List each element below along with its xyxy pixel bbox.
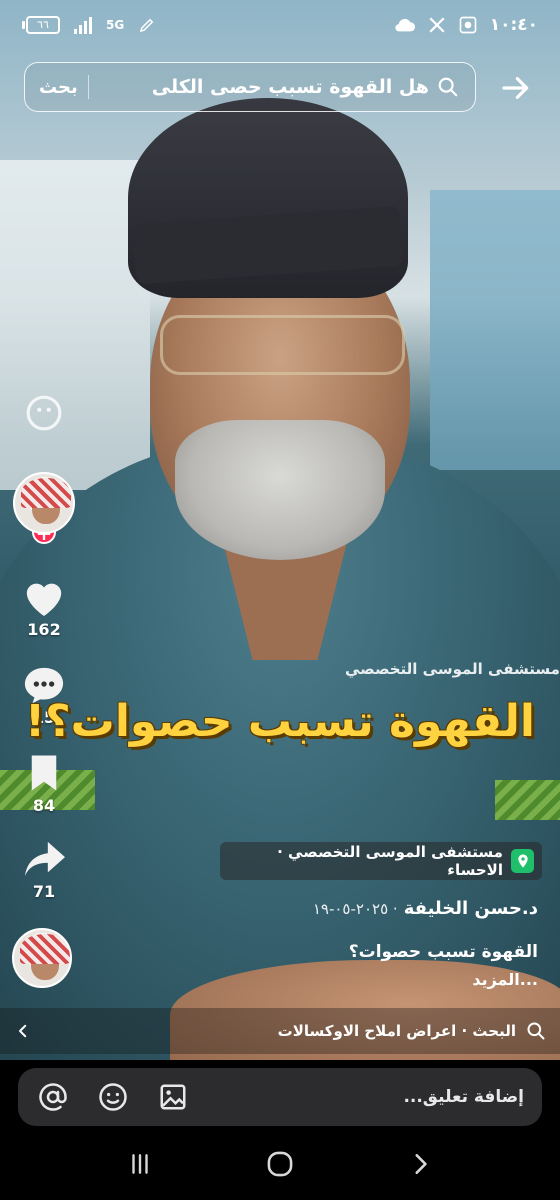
comment-bar: إضافة تعليق... bbox=[0, 1060, 560, 1132]
hospital-logo-text: مستشفى الموسى التخصصي bbox=[345, 660, 560, 678]
share-button[interactable]: 71 bbox=[0, 838, 88, 901]
search-icon bbox=[435, 74, 461, 100]
effect-button[interactable] bbox=[0, 394, 88, 432]
creator-avatar[interactable] bbox=[13, 472, 75, 534]
comment-input[interactable]: إضافة تعليق... bbox=[18, 1068, 542, 1126]
share-arrow-icon bbox=[24, 841, 65, 877]
at-sign-icon bbox=[39, 1083, 67, 1111]
chevron-left-icon bbox=[19, 1024, 27, 1038]
search-icon bbox=[527, 1022, 545, 1040]
x-logo-icon bbox=[429, 17, 445, 33]
avatar-headdress bbox=[20, 934, 70, 964]
back-arrow-button[interactable] bbox=[494, 66, 538, 110]
emoji-button[interactable] bbox=[96, 1080, 130, 1114]
battery-indicator: ٦٦ bbox=[22, 16, 60, 34]
battery-level: ٦٦ bbox=[26, 16, 60, 34]
signal-icon bbox=[74, 16, 92, 34]
recent-apps-icon bbox=[131, 1154, 148, 1174]
screen-record-icon bbox=[459, 16, 477, 34]
search-button[interactable]: بحث bbox=[39, 77, 78, 98]
bookmark-icon bbox=[31, 755, 57, 791]
background-wall bbox=[430, 190, 560, 470]
image-button[interactable] bbox=[156, 1080, 190, 1114]
cloud-icon bbox=[395, 18, 415, 32]
system-nav-bar bbox=[0, 1132, 560, 1200]
pen-icon bbox=[140, 18, 154, 33]
more-link[interactable]: ...المزيد bbox=[472, 970, 538, 989]
sound-avatar[interactable] bbox=[12, 928, 72, 988]
video-headline: القهوة تسبب حصوات؟! bbox=[25, 696, 535, 747]
status-bar-left: ٦٦ 5G bbox=[22, 16, 156, 34]
smiley-icon bbox=[26, 395, 62, 431]
like-count: 162 bbox=[27, 620, 61, 639]
comment-tools bbox=[36, 1080, 190, 1114]
home-button[interactable] bbox=[266, 1150, 294, 1182]
sound-avatar-image bbox=[12, 928, 72, 988]
related-search-text: البحث · اعراض املاح الاوكسالات bbox=[277, 1022, 516, 1040]
post-date: · ٢٠٢٥-٠٥-١٩ bbox=[312, 900, 398, 918]
search-divider bbox=[87, 75, 89, 99]
video-caption: القهوة تسبب حصوات؟ bbox=[348, 942, 538, 962]
network-type: 5G bbox=[106, 18, 125, 32]
location-label: مستشفى الموسى التخصصي · الاحساء bbox=[277, 843, 503, 879]
avatar-headdress bbox=[21, 478, 71, 508]
save-button[interactable]: 84 bbox=[0, 752, 88, 815]
mention-button[interactable] bbox=[36, 1080, 70, 1114]
share-count: 71 bbox=[32, 882, 56, 901]
location-tag[interactable]: مستشفى الموسى التخصصي · الاحساء bbox=[220, 842, 542, 880]
related-search-bar[interactable]: البحث · اعراض املاح الاوكسالات bbox=[0, 1008, 560, 1054]
image-icon bbox=[160, 1084, 186, 1110]
battery-nub bbox=[22, 21, 25, 29]
presenter-beard bbox=[175, 420, 385, 560]
presenter-glasses bbox=[160, 315, 405, 375]
search-query[interactable]: هل القهوة تسبب حصى الكلى bbox=[99, 76, 435, 98]
status-bar: ٦٦ 5G ١٠:٤٠ bbox=[0, 0, 560, 50]
recent-apps-button[interactable] bbox=[127, 1151, 153, 1181]
chevron-right-icon bbox=[415, 1154, 428, 1174]
location-pin-icon bbox=[510, 849, 534, 873]
comment-placeholder[interactable]: إضافة تعليق... bbox=[190, 1087, 524, 1107]
scrubs-trim-right bbox=[495, 780, 560, 820]
clock: ١٠:٤٠ bbox=[489, 15, 538, 35]
heart-icon bbox=[26, 583, 62, 617]
home-circle-icon bbox=[267, 1151, 293, 1177]
back-button[interactable] bbox=[407, 1151, 433, 1181]
status-bar-right: ١٠:٤٠ bbox=[394, 15, 538, 35]
search-bar[interactable]: هل القهوة تسبب حصى الكلى بحث bbox=[24, 62, 476, 112]
creator-profile[interactable]: + bbox=[0, 472, 88, 544]
save-count: 84 bbox=[32, 796, 56, 815]
author-line[interactable]: د.حسن الخليفة · ٢٠٢٥-٠٥-١٩ bbox=[313, 898, 538, 919]
author-name[interactable]: د.حسن الخليفة bbox=[404, 898, 538, 919]
like-button[interactable]: 162 bbox=[0, 576, 88, 639]
arrow-right-icon bbox=[502, 77, 529, 99]
emoji-icon bbox=[99, 1083, 127, 1111]
